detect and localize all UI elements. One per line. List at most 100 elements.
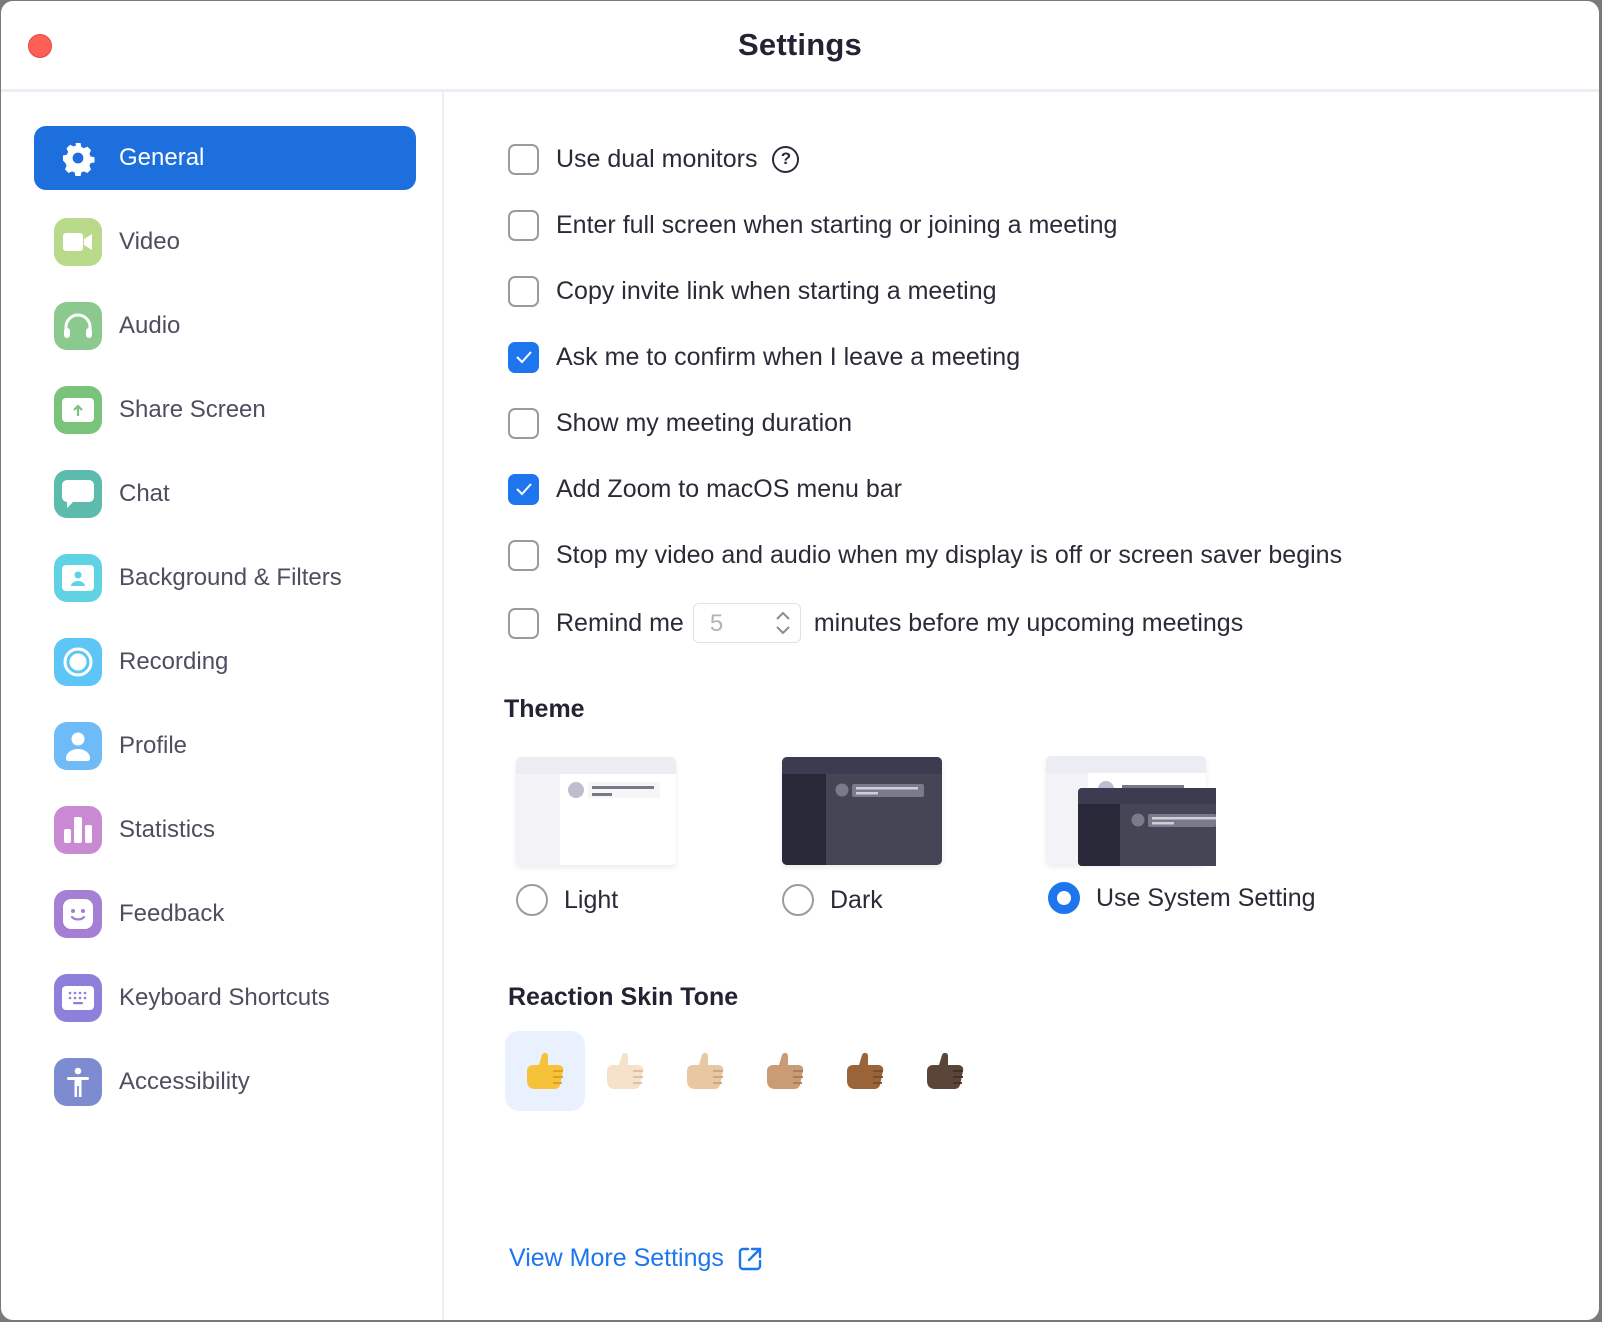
- general-settings-panel: Use dual monitors ? Enter full screen wh…: [444, 92, 1599, 1320]
- option-label: Use dual monitors: [556, 144, 758, 173]
- view-more-settings-link[interactable]: View More Settings: [509, 1244, 763, 1273]
- sidebar-item-label: Profile: [119, 732, 188, 759]
- option-confirm-leave[interactable]: Ask me to confirm when I leave a meeting: [508, 339, 1020, 375]
- sidebar-item-label: Video: [119, 228, 180, 255]
- checkbox-checked[interactable]: [508, 341, 539, 373]
- sidebar-item-label: Feedback: [119, 900, 225, 927]
- checkbox[interactable]: [508, 209, 539, 241]
- minutes-value: 5: [709, 610, 724, 637]
- sidebar-item-video[interactable]: Video: [34, 210, 416, 274]
- sidebar-item-audio[interactable]: Audio: [34, 294, 416, 358]
- help-icon[interactable]: ?: [772, 145, 800, 173]
- sidebar-item-background-filters[interactable]: Background & Filters: [34, 546, 416, 610]
- sidebar-item-label: Accessibility: [119, 1068, 250, 1095]
- sidebar-item-profile[interactable]: Profile: [34, 714, 416, 778]
- option-label: Add Zoom to macOS menu bar: [556, 474, 902, 503]
- theme-label: Light: [564, 885, 619, 914]
- sidebar-item-chat[interactable]: Chat: [34, 462, 416, 526]
- sidebar-item-share-screen[interactable]: Share Screen: [34, 378, 416, 442]
- radio-button-selected[interactable]: [1048, 882, 1080, 914]
- option-full-screen[interactable]: Enter full screen when starting or joini…: [508, 207, 1117, 243]
- stepper-arrows-icon[interactable]: [774, 608, 792, 638]
- checkbox[interactable]: [508, 275, 539, 307]
- thumbs-up-icon: [607, 1052, 644, 1089]
- theme-label: Use System Setting: [1096, 883, 1316, 912]
- sidebar: General Video Audio Share Screen Chat Ba…: [1, 92, 442, 1320]
- theme-system-preview[interactable]: [1046, 756, 1220, 866]
- background-portrait-icon: [54, 554, 102, 602]
- accessibility-icon: [54, 1058, 102, 1106]
- external-link-icon: [738, 1247, 762, 1270]
- option-label: Remind me: [556, 608, 684, 637]
- checkbox[interactable]: [508, 539, 539, 571]
- sidebar-item-label: Audio: [119, 312, 181, 339]
- theme-option-light[interactable]: Light: [516, 884, 618, 916]
- smiley-icon: [54, 890, 102, 938]
- option-label: Ask me to confirm when I leave a meeting: [556, 342, 1021, 371]
- skin-tone-heading: Reaction Skin Tone: [508, 983, 739, 1011]
- sidebar-item-label: Statistics: [119, 816, 216, 843]
- radio-button[interactable]: [516, 884, 548, 916]
- thumbs-up-icon: [527, 1052, 564, 1089]
- theme-light-preview[interactable]: [516, 757, 676, 865]
- checkmark-icon: [515, 483, 532, 496]
- sidebar-item-general[interactable]: General: [34, 126, 416, 190]
- option-label: minutes before my upcoming meetings: [813, 608, 1244, 637]
- sidebar-item-accessibility[interactable]: Accessibility: [34, 1050, 416, 1114]
- title-bar: Settings: [1, 1, 1599, 89]
- option-remind-me: Remind me 5 minutes before my upcoming m…: [508, 603, 1244, 643]
- thumbs-up-icon: [767, 1052, 804, 1089]
- option-stop-video-audio[interactable]: Stop my video and audio when my display …: [508, 537, 1342, 573]
- sidebar-item-recording[interactable]: Recording: [34, 630, 416, 694]
- thumbs-up-icon: [687, 1052, 724, 1089]
- theme-option-system[interactable]: Use System Setting: [1048, 882, 1316, 914]
- option-copy-invite-link[interactable]: Copy invite link when starting a meeting: [508, 273, 997, 309]
- skin-tone-medium-light[interactable]: [665, 1031, 745, 1111]
- sidebar-item-label: General: [119, 144, 205, 171]
- sidebar-item-label: Chat: [119, 480, 170, 507]
- sidebar-item-feedback[interactable]: Feedback: [34, 882, 416, 946]
- checkbox[interactable]: [508, 607, 539, 639]
- option-menu-bar[interactable]: Add Zoom to macOS menu bar: [508, 471, 902, 507]
- theme-label: Dark: [830, 885, 883, 914]
- headphones-icon: [54, 302, 102, 350]
- share-screen-icon: [54, 386, 102, 434]
- person-icon: [54, 722, 102, 770]
- option-label: Copy invite link when starting a meeting: [556, 276, 997, 305]
- thumbs-up-icon: [847, 1052, 884, 1089]
- settings-window: Settings General Video Audio Share Scree…: [1, 1, 1599, 1320]
- thumbs-up-icon: [927, 1052, 964, 1089]
- keyboard-icon: [54, 974, 102, 1022]
- gear-icon: [54, 134, 102, 182]
- skin-tone-medium[interactable]: [745, 1031, 825, 1111]
- sidebar-item-statistics[interactable]: Statistics: [34, 798, 416, 862]
- skin-tone-light[interactable]: [585, 1031, 665, 1111]
- sidebar-item-label: Recording: [119, 648, 229, 675]
- skin-tone-medium-dark[interactable]: [825, 1031, 905, 1111]
- chat-bubble-icon: [54, 470, 102, 518]
- option-label: Enter full screen when starting or joini…: [556, 210, 1118, 239]
- checkmark-icon: [515, 351, 532, 364]
- option-dual-monitors[interactable]: Use dual monitors ?: [508, 141, 800, 177]
- skin-tone-dark[interactable]: [905, 1031, 985, 1111]
- option-show-duration[interactable]: Show my meeting duration: [508, 405, 852, 441]
- record-icon: [54, 638, 102, 686]
- sidebar-item-label: Share Screen: [119, 396, 266, 423]
- option-label: Show my meeting duration: [556, 408, 852, 437]
- option-label: Stop my video and audio when my display …: [556, 540, 1343, 569]
- window-title: Settings: [738, 27, 862, 62]
- bar-chart-icon: [54, 806, 102, 854]
- checkbox-checked[interactable]: [508, 473, 539, 505]
- sidebar-item-label: Background & Filters: [119, 564, 342, 591]
- theme-option-dark[interactable]: Dark: [782, 884, 883, 916]
- theme-dark-preview[interactable]: [782, 757, 942, 865]
- checkbox[interactable]: [508, 143, 539, 175]
- skin-tone-default[interactable]: [505, 1031, 585, 1111]
- radio-button[interactable]: [782, 884, 814, 916]
- video-camera-icon: [54, 218, 102, 266]
- sidebar-item-label: Keyboard Shortcuts: [119, 984, 330, 1011]
- minutes-stepper[interactable]: 5: [692, 603, 801, 643]
- sidebar-item-keyboard-shortcuts[interactable]: Keyboard Shortcuts: [34, 966, 416, 1030]
- link-label: View More Settings: [509, 1244, 724, 1272]
- checkbox[interactable]: [508, 407, 539, 439]
